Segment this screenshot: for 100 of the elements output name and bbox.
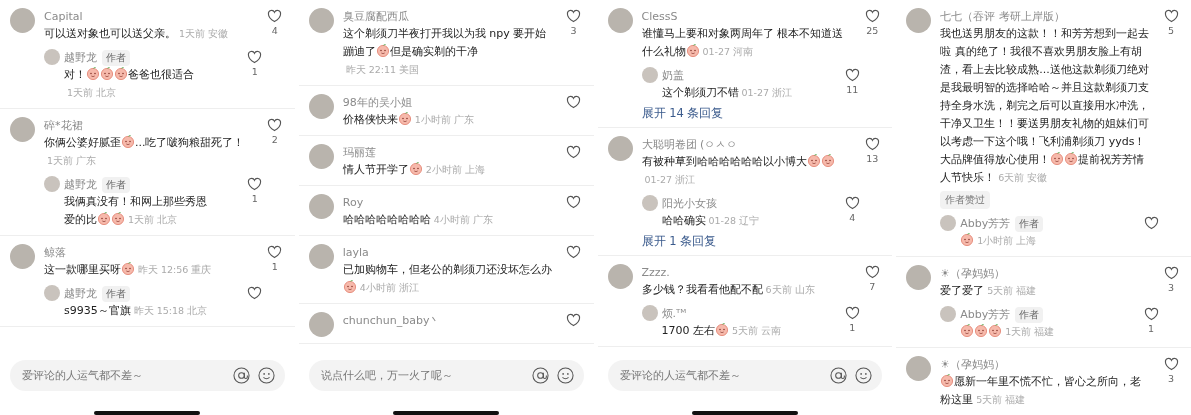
user-name[interactable]: Abby芳芳 bbox=[960, 307, 1011, 322]
user-name[interactable]: 越野龙 bbox=[64, 50, 97, 65]
emoji-sticker-icon bbox=[342, 279, 357, 293]
comment-text: 多少钱？我看看他配不配 6天前 山东 bbox=[641, 282, 816, 298]
at-sign-icon[interactable] bbox=[531, 367, 549, 384]
emoji-sticker-icon bbox=[408, 161, 423, 175]
comment-text: 1700 左右 5天前 云南 bbox=[661, 322, 783, 339]
heart-icon[interactable] bbox=[566, 245, 581, 259]
heart-icon[interactable] bbox=[1143, 216, 1159, 230]
emoji-sticker-icon bbox=[988, 323, 1003, 337]
heart-icon[interactable] bbox=[267, 245, 283, 259]
heart-icon[interactable] bbox=[844, 68, 860, 82]
emoji-sticker-icon bbox=[806, 153, 821, 167]
heart-icon[interactable] bbox=[566, 313, 581, 327]
emoji-sticker-icon bbox=[715, 322, 729, 336]
heart-icon[interactable] bbox=[844, 306, 860, 320]
heart-icon[interactable] bbox=[566, 195, 581, 209]
comment-text: 可以送对象也可以送父亲。 1天前 安徽 bbox=[44, 26, 230, 42]
user-name[interactable]: 奶盖 bbox=[661, 68, 684, 83]
user-name[interactable]: ClessS bbox=[641, 10, 678, 23]
heart-icon[interactable] bbox=[1163, 266, 1179, 280]
user-name[interactable]: Roy bbox=[342, 196, 364, 209]
author-badge: 作者 bbox=[102, 285, 130, 302]
emoji-sticker-icon bbox=[397, 111, 412, 125]
comment-text: 爱了爱了 5天前 福建 bbox=[940, 283, 1038, 299]
heart-icon[interactable] bbox=[566, 9, 581, 23]
user-name[interactable]: chunchun_baby丶 bbox=[342, 313, 441, 328]
like-count: 25 bbox=[866, 25, 879, 36]
user-name[interactable]: 越野龙 bbox=[64, 177, 97, 192]
heart-icon[interactable] bbox=[864, 265, 880, 279]
like-count: 1 bbox=[1147, 323, 1154, 334]
emoji-sticker-icon bbox=[960, 323, 975, 337]
smiley-icon[interactable] bbox=[257, 367, 275, 384]
heart-icon[interactable] bbox=[267, 118, 283, 132]
like-count: 1 bbox=[251, 193, 258, 204]
user-name[interactable]: 碎*花裙 bbox=[44, 118, 83, 133]
emoji-sticker-icon bbox=[940, 373, 955, 387]
like-count: 4 bbox=[271, 25, 278, 36]
comment-text: 我也送男朋友的这款！！和芳芳想到一起去啦 真的绝了！我很不喜欢男朋友脸上有胡渣，看上去比较成熟...送他这款剃须刀绝对是我最明智的选择哈哈～并且这款剃须刀支持全身水洗，剃完之后可以直接用水冲洗，干净又卫生！！要送男朋友礼物的姐妹们可以考虑一下这个哦！飞利浦剃须刀 yyds！大品牌值得放心使用！ 提前祝芳芳情人节快乐！ 6天前 安徽 bbox=[940, 26, 1151, 186]
emoji-sticker-icon bbox=[1050, 151, 1065, 165]
at-sign-icon[interactable] bbox=[232, 367, 250, 384]
user-name[interactable]: 鲸落 bbox=[44, 245, 66, 260]
emoji-sticker-icon bbox=[86, 66, 100, 80]
author-badge: 作者 bbox=[102, 176, 130, 193]
like-count: 3 bbox=[1167, 373, 1174, 384]
smiley-icon[interactable] bbox=[556, 367, 574, 384]
smiley-icon[interactable] bbox=[855, 367, 873, 384]
user-name[interactable]: layla bbox=[342, 246, 369, 259]
comment-input-field[interactable]: 说点什么吧，万一火了呢～ bbox=[318, 368, 524, 383]
comment-text: 已加购物车，但老公的剃须刀还没坏怎么办 4小时前 浙江 bbox=[342, 262, 553, 295]
user-name[interactable]: Abby芳芳 bbox=[960, 216, 1011, 231]
heart-icon[interactable] bbox=[267, 9, 283, 23]
comment-text: 1天前 福建 bbox=[960, 323, 1111, 341]
comment-text: 1小时前 上海 bbox=[960, 232, 1111, 250]
user-name[interactable]: 七七（吞评 考研上岸版） bbox=[940, 9, 1065, 24]
comment-text: 谁懂马上要和对象两周年了 根本不知道送什么礼物 01-27 河南 bbox=[641, 26, 844, 60]
author-badge: 作者 bbox=[1015, 306, 1044, 323]
at-sign-icon[interactable] bbox=[830, 367, 848, 384]
user-name[interactable]: ☀（孕妈妈） bbox=[940, 357, 1006, 372]
user-name[interactable]: 大聪明卷团 (ㅇㅅㅇ bbox=[641, 137, 738, 152]
user-name[interactable]: Zzzz. bbox=[641, 266, 670, 279]
expand-replies-link[interactable]: 展开 1 条回复 bbox=[641, 234, 717, 249]
user-name[interactable]: 越野龙 bbox=[64, 286, 97, 301]
comment-text: 情人节开学了 2小时前 上海 bbox=[342, 161, 486, 178]
user-name[interactable]: 阳光小女孩 bbox=[661, 196, 717, 211]
like-count: 5 bbox=[1167, 25, 1174, 36]
heart-icon[interactable] bbox=[247, 177, 263, 191]
heart-icon[interactable] bbox=[247, 286, 263, 300]
heart-icon[interactable] bbox=[1163, 9, 1179, 23]
like-count: 1 bbox=[271, 261, 278, 272]
user-name[interactable]: 臭豆腐配西瓜 bbox=[342, 9, 409, 24]
emoji-sticker-icon bbox=[97, 211, 111, 225]
comment-text: 价格侠快来 1小时前 广东 bbox=[342, 111, 475, 128]
user-name[interactable]: 玛丽莲 bbox=[342, 145, 376, 160]
author-badge: 作者 bbox=[1015, 215, 1044, 232]
comment-input-field[interactable]: 爱评论的人运气都不差～ bbox=[20, 368, 225, 383]
comment-bar[interactable]: 说点什么吧，万一火了呢～ bbox=[308, 360, 584, 391]
emoji-sticker-icon bbox=[121, 261, 135, 275]
comment-bar[interactable]: 爱评论的人运气都不差～ bbox=[607, 360, 883, 391]
user-name[interactable]: 98年的吴小姐 bbox=[342, 95, 412, 110]
user-name[interactable]: 烦.ᵀᴹ bbox=[661, 306, 687, 321]
expand-replies-link[interactable]: 展开 14 条回复 bbox=[641, 106, 724, 121]
heart-icon[interactable] bbox=[566, 95, 581, 109]
comment-input-field[interactable]: 爱评论的人运气都不差～ bbox=[617, 368, 823, 383]
heart-icon[interactable] bbox=[1163, 357, 1179, 371]
like-count: 1 bbox=[251, 66, 258, 77]
comment-text: 我俩真没有！和网上那些秀恩爱的比 1天前 北京 bbox=[64, 194, 208, 228]
like-count: 2 bbox=[271, 134, 278, 145]
heart-icon[interactable] bbox=[844, 196, 860, 210]
like-count: 1 bbox=[849, 322, 856, 333]
heart-icon[interactable] bbox=[247, 50, 263, 64]
user-name[interactable]: Capital bbox=[44, 10, 83, 23]
comment-text: 对！ 爸爸也很适合 1天前 北京 bbox=[64, 66, 195, 100]
heart-icon[interactable] bbox=[1143, 307, 1159, 321]
heart-icon[interactable] bbox=[864, 137, 880, 151]
comment-bar[interactable]: 爱评论的人运气都不差～ bbox=[10, 360, 285, 391]
comment-text: 这一款哪里买呀 昨天 12:56 重庆 bbox=[44, 261, 213, 278]
heart-icon[interactable] bbox=[566, 145, 581, 159]
user-name[interactable]: ☀（孕妈妈） bbox=[940, 266, 1006, 281]
heart-icon[interactable] bbox=[864, 9, 880, 23]
